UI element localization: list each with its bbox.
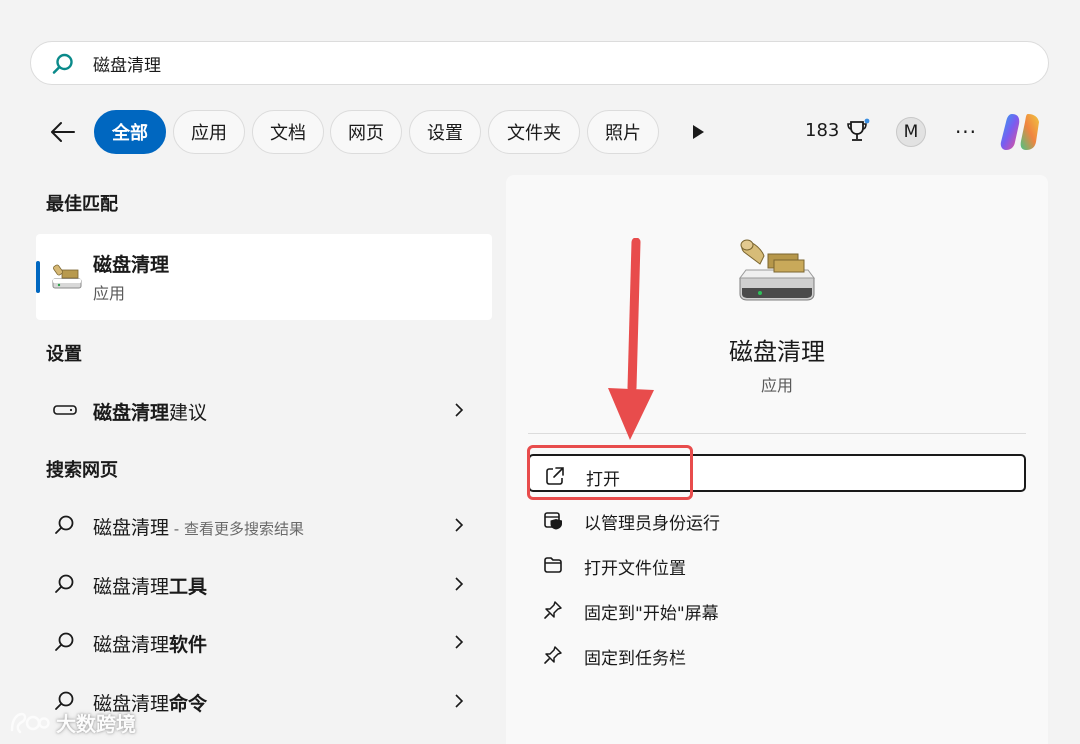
annotation-highlight-box xyxy=(527,445,693,500)
trophy-icon[interactable] xyxy=(845,118,871,146)
selection-indicator xyxy=(36,261,40,293)
search-bar[interactable] xyxy=(30,41,1049,85)
best-match-title: 最佳匹配 xyxy=(46,194,118,215)
run-as-admin-label: 以管理员身份运行 xyxy=(584,514,720,534)
back-arrow-icon xyxy=(51,122,75,142)
web-result-label: 磁盘清理软件 xyxy=(93,634,208,656)
run-as-admin-action[interactable]: 以管理员身份运行 xyxy=(528,500,1026,538)
pin-to-taskbar-action[interactable]: 固定到任务栏 xyxy=(528,635,1026,673)
chevron-right-icon xyxy=(452,691,466,711)
filter-documents[interactable]: 文档 xyxy=(252,110,324,154)
filter-settings[interactable]: 设置 xyxy=(409,110,481,154)
filter-apps[interactable]: 应用 xyxy=(173,110,245,154)
open-file-location-action[interactable]: 打开文件位置 xyxy=(528,545,1026,583)
filter-folders[interactable]: 文件夹 xyxy=(488,110,580,154)
settings-item-label: 磁盘清理建议 xyxy=(93,402,208,424)
settings-title: 设置 xyxy=(46,344,82,365)
best-match-type: 应用 xyxy=(93,284,126,303)
pin-to-taskbar-label: 固定到任务栏 xyxy=(584,649,686,669)
folder-icon xyxy=(542,554,564,576)
pin-to-start-action[interactable]: 固定到"开始"屏幕 xyxy=(528,590,1026,628)
web-result-label: 磁盘清理 - 查看更多搜索结果 xyxy=(93,517,304,539)
web-result-row[interactable]: 磁盘清理软件 xyxy=(46,622,486,662)
avatar[interactable]: M xyxy=(896,117,926,147)
detail-app-type: 应用 xyxy=(760,376,793,395)
open-file-location-label: 打开文件位置 xyxy=(584,559,686,579)
filter-web[interactable]: 网页 xyxy=(330,110,402,154)
search-icon xyxy=(52,53,73,74)
web-result-row[interactable]: 磁盘清理工具 xyxy=(46,564,486,604)
annotation-arrow xyxy=(608,238,654,440)
chevron-right-icon xyxy=(452,400,466,420)
drive-icon xyxy=(52,398,78,422)
settings-item-disk-cleanup[interactable]: 磁盘清理建议 xyxy=(46,390,486,430)
chevron-right-icon xyxy=(452,515,466,535)
copilot-icon[interactable] xyxy=(998,110,1042,154)
play-icon xyxy=(693,125,704,139)
detail-app-name: 磁盘清理 xyxy=(729,338,825,366)
search-icon xyxy=(52,572,78,596)
filter-all[interactable]: 全部 xyxy=(94,110,166,154)
search-icon xyxy=(52,630,78,654)
rewards-points[interactable]: 183 xyxy=(805,120,839,141)
watermark-logo-icon xyxy=(10,712,50,733)
more-filters-button[interactable] xyxy=(688,121,708,143)
pin-icon xyxy=(542,599,564,621)
shield-admin-icon xyxy=(542,509,564,531)
web-result-row[interactable]: 磁盘清理 - 查看更多搜索结果 xyxy=(46,505,486,545)
chevron-right-icon xyxy=(452,574,466,594)
back-button[interactable] xyxy=(48,118,78,146)
watermark: 大数跨境 xyxy=(8,708,136,737)
web-search-title: 搜索网页 xyxy=(46,460,118,481)
chevron-right-icon xyxy=(452,632,466,652)
best-match-item[interactable]: 磁盘清理 应用 xyxy=(36,234,492,320)
disk-cleanup-icon xyxy=(52,264,82,289)
search-icon xyxy=(52,513,78,537)
watermark-text: 大数跨境 xyxy=(56,712,136,736)
search-input[interactable] xyxy=(93,53,993,73)
more-options-button[interactable]: ··· xyxy=(952,120,980,144)
disk-cleanup-large-icon xyxy=(739,239,815,301)
pin-icon xyxy=(542,644,564,666)
pin-to-start-label: 固定到"开始"屏幕 xyxy=(584,604,719,624)
best-match-name: 磁盘清理 xyxy=(93,254,170,276)
web-result-label: 磁盘清理工具 xyxy=(93,576,208,598)
filter-photos[interactable]: 照片 xyxy=(587,110,659,154)
